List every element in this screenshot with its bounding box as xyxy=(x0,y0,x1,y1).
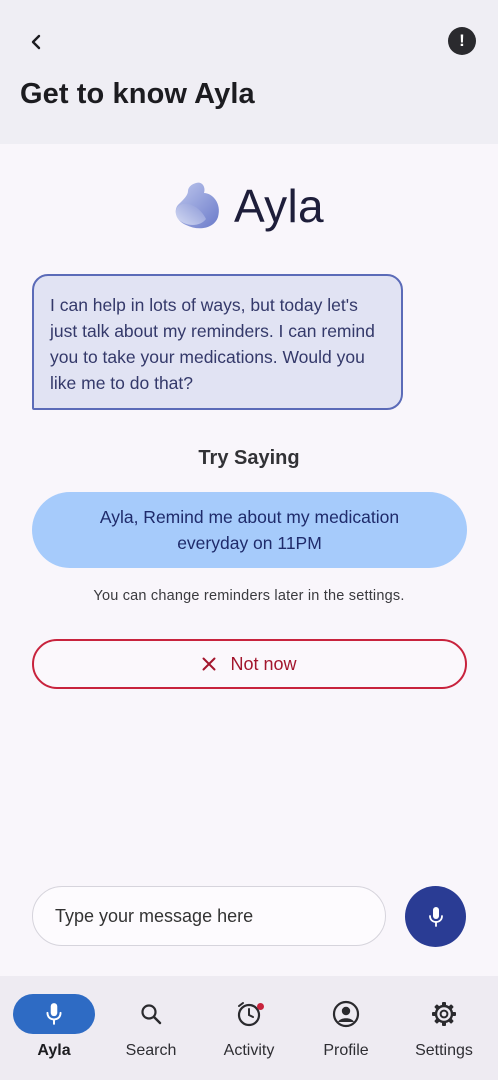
microphone-icon xyxy=(428,906,443,927)
back-button[interactable] xyxy=(22,28,50,56)
assistant-message-bubble: I can help in lots of ways, but today le… xyxy=(32,274,403,410)
nav-item-search[interactable]: Search xyxy=(103,976,199,1080)
nav-label-profile: Profile xyxy=(323,1042,369,1059)
nav-label-settings: Settings xyxy=(415,1042,473,1059)
suggestion-text: Ayla, Remind me about my medication ever… xyxy=(99,507,400,553)
nav-item-profile[interactable]: Profile xyxy=(298,976,394,1080)
nav-label-search: Search xyxy=(125,1042,177,1059)
nav-label-ayla: Ayla xyxy=(37,1042,71,1059)
settings-hint: You can change reminders later in the se… xyxy=(93,588,405,604)
nav-item-ayla[interactable]: Ayla xyxy=(6,976,102,1080)
nav-item-activity[interactable]: Activity xyxy=(201,976,297,1080)
top-app-bar: ! Get to know Ayla xyxy=(0,0,498,144)
info-alert-icon: ! xyxy=(459,31,465,50)
chevron-left-icon xyxy=(31,34,41,50)
nav-label-activity: Activity xyxy=(223,1042,275,1059)
suggestion-chip[interactable]: Ayla, Remind me about my medication ever… xyxy=(32,492,467,568)
brand-name: Ayla xyxy=(234,180,324,232)
microphone-icon xyxy=(46,1003,62,1025)
voice-input-button[interactable] xyxy=(405,886,466,947)
brand-header: Ayla xyxy=(170,176,340,236)
bottom-navigation: Ayla Search Activity Profile Settings xyxy=(0,976,498,1080)
try-saying-heading: Try Saying xyxy=(198,447,300,469)
ayla-logo-icon xyxy=(175,182,219,229)
info-button[interactable]: ! xyxy=(448,27,476,55)
search-icon xyxy=(141,1004,162,1025)
not-now-label: Not now xyxy=(230,653,297,674)
gear-icon xyxy=(432,1002,456,1026)
close-icon xyxy=(202,657,216,671)
message-input[interactable] xyxy=(32,886,386,946)
not-now-button[interactable]: Not now xyxy=(32,639,467,689)
account-circle-icon xyxy=(332,1000,360,1028)
nav-item-settings[interactable]: Settings xyxy=(396,976,492,1080)
page-title: Get to know Ayla xyxy=(20,78,255,110)
activity-badge xyxy=(257,1003,264,1010)
